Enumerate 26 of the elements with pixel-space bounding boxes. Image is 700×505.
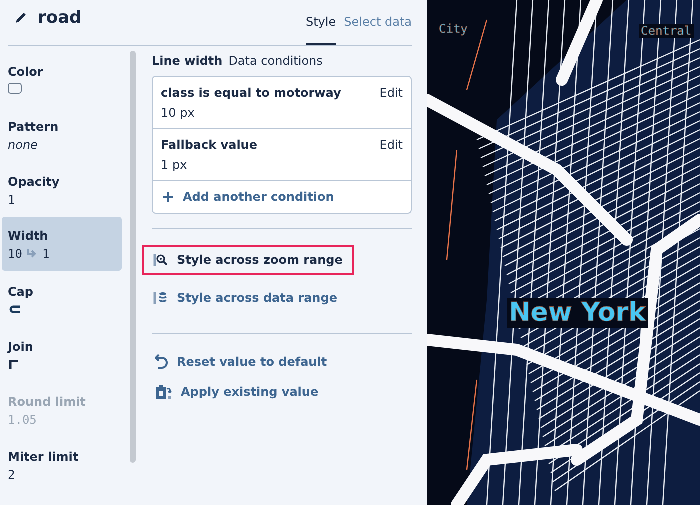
tab[interactable]: Style	[306, 15, 336, 45]
property-item[interactable]: Miter limit 2	[0, 443, 122, 485]
style-option[interactable]: Style across zoom range	[142, 245, 354, 275]
add-condition-button[interactable]: Add another condition	[153, 181, 411, 213]
condition-value: 1 px	[161, 158, 188, 172]
property-item[interactable]: Join	[0, 333, 122, 375]
style-option[interactable]: Style across data range	[142, 283, 354, 313]
property-item[interactable]: Opacity 1	[0, 168, 122, 210]
condition-name: Fallback value	[161, 138, 258, 152]
map-label: Central	[639, 24, 694, 38]
action-link[interactable]: Apply existing value	[152, 384, 412, 400]
action-link[interactable]: Reset value to default	[152, 354, 412, 370]
edit-button[interactable]: Edit	[380, 138, 403, 152]
section-subtitle: Data conditions	[228, 54, 323, 68]
property-item[interactable]: Width 10 1	[2, 217, 122, 271]
map-label: New York	[507, 298, 648, 328]
condition-value: 10 px	[161, 106, 196, 120]
map-label: City	[437, 22, 470, 36]
layer-title: road	[38, 8, 82, 28]
condition-name: class is equal to motorway	[161, 86, 342, 100]
edit-button[interactable]: Edit	[380, 86, 403, 100]
property-item[interactable]: Cap	[0, 278, 122, 320]
section-title: Line width	[152, 54, 223, 68]
property-item[interactable]: Pattern none	[0, 113, 122, 155]
property-item[interactable]: Color	[0, 58, 122, 100]
tab[interactable]: Select data	[344, 15, 412, 45]
